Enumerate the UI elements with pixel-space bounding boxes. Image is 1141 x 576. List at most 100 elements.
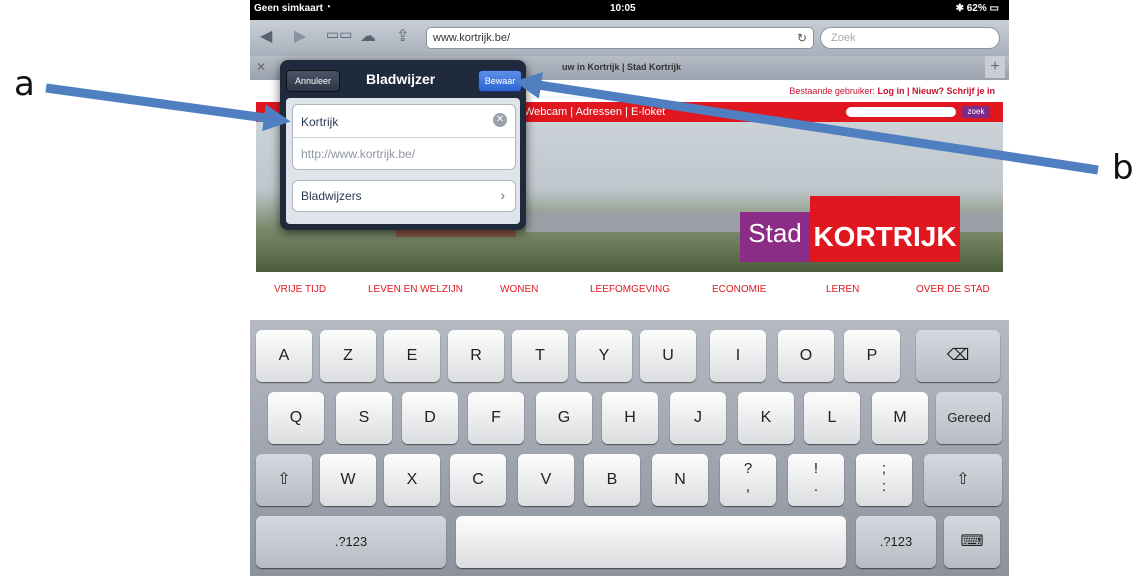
browser-toolbar: ◀ ▶ ▭▭ ☁ ⇪ www.kortrijk.be/ ↻ Zoek [250, 20, 1009, 57]
arrow-a [45, 83, 291, 132]
space-bar[interactable] [456, 516, 846, 568]
key-f[interactable]: F [468, 392, 524, 444]
battery-percent: 62% [966, 3, 987, 14]
carrier-label: Geen simkaart [254, 3, 323, 14]
folder-label: Bladwijzers [301, 189, 362, 203]
popover-title: Bladwijzer [366, 71, 436, 87]
wifi-icon: ◔ [325, 2, 332, 13]
category-item[interactable]: LEEFOMGEVING [590, 284, 670, 295]
key-o[interactable]: O [778, 330, 834, 382]
logo-stad: Stad [740, 212, 810, 262]
shift-key-right[interactable]: ⇧ [924, 454, 1002, 506]
bookmark-popover: Annuleer Bladwijzer Bewaar Kortrijk ✕ ht… [280, 60, 526, 230]
key-exclaim: ! [813, 460, 819, 477]
key-semicolon: ; [881, 460, 887, 477]
status-bar: Geen simkaart ◔ 10:05 ✱ 62% ▭ [250, 0, 1009, 20]
key-question: ? [743, 460, 753, 477]
icloud-icon[interactable]: ☁ [360, 26, 376, 46]
key-h[interactable]: H [602, 392, 658, 444]
bookmark-fields: Kortrijk ✕ http://www.kortrijk.be/ [292, 104, 516, 170]
hide-keyboard-icon[interactable]: ⌨ [944, 516, 1000, 568]
key-b[interactable]: B [584, 454, 640, 506]
numbers-key-right[interactable]: .?123 [856, 516, 936, 568]
tab-title[interactable]: uw in Kortrijk | Stad Kortrijk [562, 62, 681, 72]
onscreen-keyboard: A Z E R T Y U I O P ⌫ Q S D F G H J K L … [250, 320, 1009, 576]
done-key[interactable]: Gereed [936, 392, 1002, 444]
clock: 10:05 [610, 3, 636, 14]
share-icon[interactable]: ⇪ [396, 26, 409, 46]
annotation-b: b [1112, 148, 1134, 188]
new-tab-icon[interactable]: + [985, 56, 1005, 78]
login-prefix: Bestaande gebruiker: [789, 86, 875, 96]
annotation-a: a [14, 64, 35, 104]
key-g[interactable]: G [536, 392, 592, 444]
ipad-screen: Geen simkaart ◔ 10:05 ✱ 62% ▭ ◀ ▶ ▭▭ ☁ ⇪… [250, 0, 1009, 576]
category-item[interactable]: LEVEN EN WELZIJN [368, 284, 463, 295]
site-search-button[interactable]: zoek [962, 106, 990, 118]
key-d[interactable]: D [402, 392, 458, 444]
bookmark-title-input[interactable]: Kortrijk [301, 115, 338, 129]
key-y[interactable]: Y [576, 330, 632, 382]
folder-selector[interactable]: Bladwijzers › [292, 180, 516, 212]
bluetooth-icon: ✱ [955, 3, 964, 14]
key-e[interactable]: E [384, 330, 440, 382]
login-bar: Bestaande gebruiker: Log in | Nieuw? Sch… [789, 86, 995, 96]
cancel-button[interactable]: Annuleer [286, 70, 340, 92]
key-p[interactable]: P [844, 330, 900, 382]
battery-indicator: ✱ 62% ▭ [956, 3, 999, 14]
category-item[interactable]: ECONOMIE [712, 284, 766, 295]
key-a[interactable]: A [256, 330, 312, 382]
key-r[interactable]: R [448, 330, 504, 382]
bookmark-url-field: http://www.kortrijk.be/ [301, 147, 416, 161]
key-semicolon-colon[interactable]: ; : [856, 454, 912, 506]
register-link[interactable]: | Nieuw? Schrijf je in [907, 86, 995, 96]
category-item[interactable]: WONEN [500, 284, 538, 295]
numbers-key-left[interactable]: .?123 [256, 516, 446, 568]
key-q[interactable]: Q [268, 392, 324, 444]
save-button[interactable]: Bewaar [478, 70, 522, 92]
battery-icon: ▭ [989, 3, 999, 14]
key-colon: : [881, 478, 887, 495]
key-s[interactable]: S [336, 392, 392, 444]
key-i[interactable]: I [710, 330, 766, 382]
field-divider [293, 137, 515, 138]
key-period: . [813, 478, 819, 495]
category-menu: VRIJE TIJD LEVEN EN WELZIJN WONEN LEEFOM… [256, 284, 1003, 304]
key-x[interactable]: X [384, 454, 440, 506]
site-search-input[interactable] [846, 107, 956, 117]
key-t[interactable]: T [512, 330, 568, 382]
key-m[interactable]: M [872, 392, 928, 444]
key-w[interactable]: W [320, 454, 376, 506]
login-link[interactable]: Log in [877, 86, 904, 96]
key-question-comma[interactable]: ? , [720, 454, 776, 506]
key-exclaim-period[interactable]: ! . [788, 454, 844, 506]
key-j[interactable]: J [670, 392, 726, 444]
key-k[interactable]: K [738, 392, 794, 444]
category-item[interactable]: OVER DE STAD [916, 284, 990, 295]
url-field[interactable]: www.kortrijk.be/ ↻ [426, 27, 814, 49]
forward-icon[interactable]: ▶ [294, 26, 306, 46]
category-item[interactable]: VRIJE TIJD [274, 284, 326, 295]
key-l[interactable]: L [804, 392, 860, 444]
chevron-right-icon: › [500, 187, 505, 203]
popover-header: Annuleer Bladwijzer Bewaar [280, 60, 526, 96]
back-icon[interactable]: ◀ [260, 26, 272, 46]
key-v[interactable]: V [518, 454, 574, 506]
reload-icon[interactable]: ↻ [797, 31, 807, 45]
backspace-key[interactable]: ⌫ [916, 330, 1000, 382]
key-z[interactable]: Z [320, 330, 376, 382]
search-placeholder: Zoek [831, 32, 856, 44]
site-nav-links[interactable]: Webcam | Adressen | E-loket [524, 106, 665, 118]
popover-body: Kortrijk ✕ http://www.kortrijk.be/ Bladw… [286, 98, 520, 224]
category-item[interactable]: LEREN [826, 284, 859, 295]
key-u[interactable]: U [640, 330, 696, 382]
url-text: www.kortrijk.be/ [433, 32, 511, 44]
clear-icon[interactable]: ✕ [493, 113, 507, 127]
bookmarks-icon[interactable]: ▭▭ [326, 26, 352, 43]
search-field[interactable]: Zoek [820, 27, 1000, 49]
close-tab-icon[interactable]: ✕ [256, 60, 266, 74]
key-comma: , [745, 478, 751, 495]
key-n[interactable]: N [652, 454, 708, 506]
key-c[interactable]: C [450, 454, 506, 506]
shift-key-left[interactable]: ⇧ [256, 454, 312, 506]
